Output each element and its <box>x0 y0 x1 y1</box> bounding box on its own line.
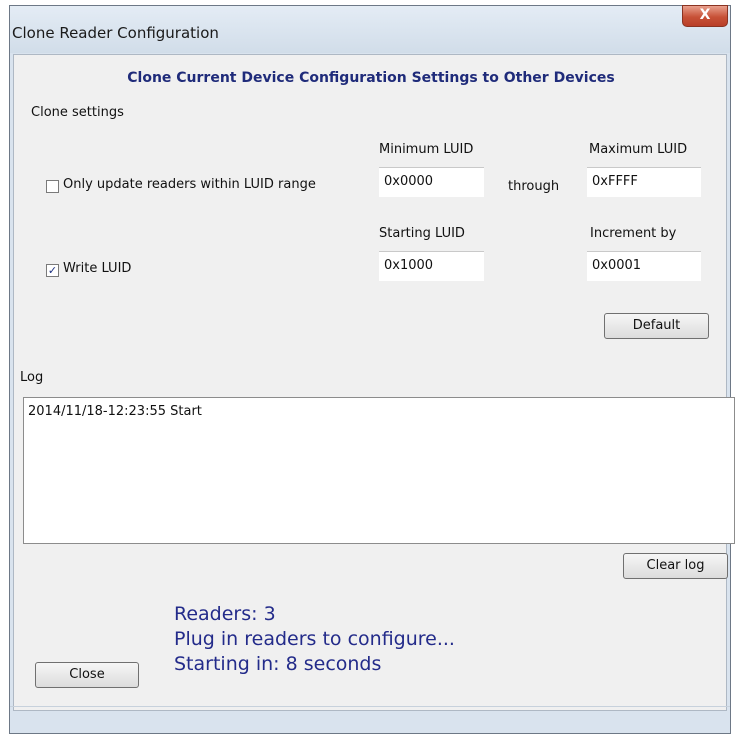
countdown-text: Starting in: 8 seconds <box>174 653 382 675</box>
clear-log-button[interactable]: Clear log <box>623 553 728 579</box>
min-luid-field[interactable]: 0x0000 <box>379 167 484 197</box>
bottom-divider <box>10 706 730 707</box>
dialog-window: Clone Reader Configuration X Clone Curre… <box>9 5 735 734</box>
only-update-range-checkbox[interactable] <box>46 180 59 193</box>
window-title: Clone Reader Configuration <box>12 24 219 42</box>
dialog-heading: Clone Current Device Configuration Setti… <box>127 70 615 86</box>
increment-by-label: Increment by <box>590 226 677 241</box>
max-luid-label: Maximum LUID <box>589 142 688 157</box>
dialog-body: Clone Current Device Configuration Setti… <box>13 54 735 711</box>
starting-luid-field[interactable]: 0x1000 <box>379 251 484 281</box>
only-update-range-label: Only update readers within LUID range <box>63 177 316 192</box>
write-luid-checkbox[interactable]: ✓ <box>46 264 59 277</box>
clone-settings-label: Clone settings <box>31 105 124 120</box>
window-close-button[interactable]: X <box>682 5 728 27</box>
max-luid-field[interactable]: 0xFFFF <box>587 167 701 197</box>
title-bar[interactable]: Clone Reader Configuration X <box>10 5 730 53</box>
starting-luid-label: Starting LUID <box>379 226 465 241</box>
log-label: Log <box>20 370 44 385</box>
close-button[interactable]: Close <box>35 662 139 688</box>
checkmark-icon: ✓ <box>47 264 58 277</box>
write-luid-label: Write LUID <box>63 261 132 276</box>
plug-in-instruction: Plug in readers to configure... <box>174 628 455 650</box>
close-icon: X <box>699 7 711 23</box>
log-line: 2014/11/18-12:23:55 Start <box>28 404 202 419</box>
default-button[interactable]: Default <box>604 313 709 339</box>
readers-count: Readers: 3 <box>174 603 276 625</box>
through-label: through <box>508 179 560 194</box>
log-textarea[interactable]: 2014/11/18-12:23:55 Start <box>23 397 735 544</box>
increment-by-field[interactable]: 0x0001 <box>587 251 701 281</box>
min-luid-label: Minimum LUID <box>379 142 474 157</box>
